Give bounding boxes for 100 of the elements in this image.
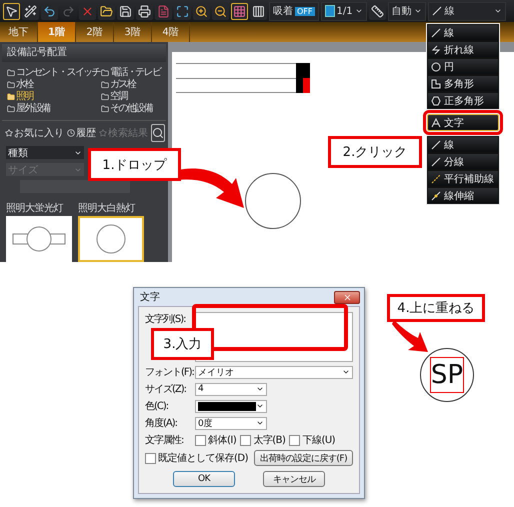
line-type-dropdown[interactable]: 線: [428, 2, 506, 20]
wand-icon: [24, 4, 37, 18]
star-icon: [5, 129, 13, 137]
category-item[interactable]: 水栓: [7, 79, 101, 91]
folder-icon: [101, 105, 109, 113]
step-callout: 2.クリック: [328, 136, 422, 168]
hexagon-icon: [431, 96, 441, 106]
menu-item[interactable]: 円: [427, 58, 499, 75]
undo-icon: [43, 4, 56, 18]
checkbox[interactable]: [195, 434, 206, 446]
field-label: 文字列(S):: [145, 312, 187, 326]
pointer-button[interactable]: [3, 2, 20, 20]
dialog-title: 文字: [140, 290, 160, 304]
save-icon: [119, 4, 132, 18]
cancel-button[interactable]: キャンセル: [263, 471, 325, 487]
folder-icon: [100, 4, 113, 18]
layer-icon: [324, 5, 334, 17]
search-icon: [152, 127, 164, 139]
ruler-button[interactable]: [368, 2, 386, 20]
fluorescent-light-symbol: [11, 224, 67, 254]
category-item[interactable]: ガス栓: [101, 79, 169, 91]
category-item[interactable]: その他設備: [101, 103, 169, 115]
attribute-checkbox[interactable]: 下線(U): [289, 433, 336, 447]
delete-icon: [81, 4, 94, 18]
attribute-checkbox[interactable]: 斜体(I): [195, 433, 236, 447]
category-item[interactable]: コンセント・スイッチ: [7, 67, 101, 79]
caret-icon: [256, 385, 264, 393]
menu-item[interactable]: 線: [427, 24, 499, 41]
print-icon: [138, 4, 151, 18]
category-item[interactable]: 屋外設備: [7, 103, 101, 115]
menu-item[interactable]: 正多角形: [427, 92, 499, 109]
grid-button[interactable]: [231, 2, 248, 20]
field-label: 文字属性:: [145, 434, 184, 447]
step-callout: 1.ドロップ: [88, 148, 181, 181]
save-default-checkbox[interactable]: 既定値として保存(D): [145, 451, 248, 465]
menu-item[interactable]: 分線: [427, 153, 499, 170]
menu-item[interactable]: 折れ線: [427, 41, 499, 58]
scale-dropdown[interactable]: 自動: [388, 2, 426, 20]
field-label: サイズ(Z):: [145, 383, 188, 396]
caret-icon: [256, 402, 264, 410]
letter-icon: [431, 118, 441, 128]
menu-item[interactable]: 線伸縮: [427, 187, 499, 204]
circle-shape: [244, 172, 302, 230]
wand-button[interactable]: [22, 2, 39, 20]
caret-icon: [494, 7, 502, 15]
menu-item[interactable]: 平行補助線: [427, 170, 499, 187]
caret-icon: [342, 368, 350, 376]
folder-icon: [7, 81, 15, 89]
filter-option[interactable]: お気に入り: [5, 126, 64, 140]
caret-icon: [256, 419, 264, 427]
snap-toggle[interactable]: 吸着 OFF: [269, 2, 318, 20]
print-button[interactable]: [136, 2, 153, 20]
search-button[interactable]: [151, 124, 165, 142]
symbol-label: 照明大白熱灯: [78, 202, 136, 215]
field-label: 角度(A):: [145, 416, 178, 430]
step-callout: 4.上に重ねる: [387, 294, 485, 322]
shape-text: SP: [430, 357, 464, 393]
zoom-out-icon: [214, 4, 227, 18]
checkbox[interactable]: [145, 452, 156, 464]
reset-button[interactable]: 出荷時の設定に戻す(F): [254, 450, 353, 466]
dashed-line-icon: [431, 174, 441, 184]
caret-icon: [414, 7, 422, 15]
circle-icon: [431, 62, 441, 72]
folder-icon: [7, 105, 15, 113]
pointer-icon: [5, 4, 18, 18]
angle-dropdown[interactable]: 0度: [195, 416, 267, 430]
polygon-icon: [431, 78, 441, 88]
color-dropdown[interactable]: [195, 400, 267, 412]
menu-item[interactable]: 多角形: [427, 75, 499, 92]
page-selector[interactable]: 1/1: [320, 2, 367, 20]
fit-screen-icon: [176, 4, 189, 18]
polyline-icon: [431, 44, 441, 54]
caret-icon: [354, 7, 363, 15]
font-dropdown[interactable]: メイリオ: [195, 366, 353, 378]
category-item[interactable]: 空調: [101, 91, 169, 103]
menu-item[interactable]: 線: [427, 136, 499, 153]
size-dropdown[interactable]: 4: [195, 382, 267, 396]
line-icon: [431, 28, 441, 38]
ok-button[interactable]: OK: [173, 471, 235, 487]
grid-icon: [233, 4, 246, 18]
folder-icon: [7, 93, 15, 101]
attribute-checkbox[interactable]: 太字(B): [240, 433, 286, 447]
light-bulb-symbol: [95, 223, 127, 255]
folder-icon: [101, 93, 109, 101]
checkbox[interactable]: [289, 434, 300, 446]
category-item[interactable]: 照明: [7, 91, 101, 103]
symbol-thumbnail[interactable]: [78, 216, 144, 262]
stretch-line-icon: [431, 190, 441, 200]
field-label: 色(C):: [145, 400, 170, 413]
close-button[interactable]: [334, 290, 360, 304]
folder-icon: [101, 81, 109, 89]
type-dropdown[interactable]: 種類: [6, 146, 84, 159]
clock-icon: [67, 129, 75, 137]
checkbox[interactable]: [240, 434, 252, 446]
star-icon: [99, 129, 107, 137]
filter-option[interactable]: 履歴: [67, 126, 96, 140]
category-item[interactable]: 電話・テレビ: [101, 67, 169, 79]
columns-icon: [252, 4, 265, 18]
document-icon: [157, 4, 170, 18]
folder-icon: [7, 69, 15, 77]
